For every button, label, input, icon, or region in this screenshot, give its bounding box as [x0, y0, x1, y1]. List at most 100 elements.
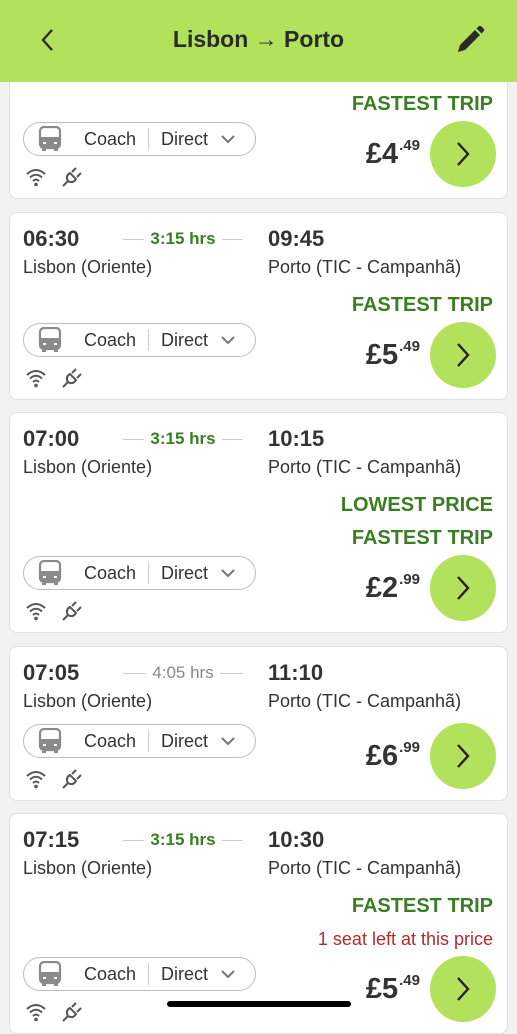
chevron-down-icon — [221, 737, 235, 746]
price-cents: .49 — [399, 972, 420, 989]
divider — [148, 730, 150, 752]
arrival-time: 09:45 — [268, 226, 325, 251]
arrival-station: Porto (TIC - Campanhã) — [268, 257, 462, 277]
stations-row: Lisbon (Oriente) Porto (TIC - Campanhã) — [23, 453, 494, 481]
stations-row: Lisbon (Oriente) Porto (TIC - Campanhã) — [23, 854, 494, 882]
mode-label: Coach — [84, 730, 137, 751]
price-cents: .49 — [399, 137, 420, 154]
pencil-icon[interactable] — [454, 24, 486, 56]
divider — [148, 562, 150, 584]
departure-time: 07:05 — [23, 660, 80, 685]
chevron-down-icon — [221, 135, 235, 144]
duration-text: 3:15 hrs — [144, 830, 222, 849]
times-row: 07:15 3:15 hrs 10:30 — [23, 826, 494, 854]
chevron-down-icon — [221, 336, 235, 345]
price-main: £2 — [365, 572, 399, 604]
arrival-station: Porto (TIC - Campanhã) — [268, 457, 462, 477]
mode-label: Coach — [84, 963, 137, 984]
arrival-station: Porto (TIC - Campanhã) — [268, 691, 462, 711]
divider — [148, 963, 150, 985]
page-title: Lisbon → Porto — [172, 26, 345, 52]
bus-icon — [38, 327, 62, 352]
amenities — [25, 768, 83, 790]
plug-icon — [62, 167, 82, 187]
trip-card[interactable]: FASTEST TRIP Coach Direct £4.49 — [9, 71, 508, 199]
stations-row: Lisbon (Oriente) Porto (TIC - Campanhã) — [23, 687, 494, 715]
route-label: Direct — [161, 128, 209, 149]
wifi-icon — [26, 603, 46, 621]
plug-icon — [62, 368, 82, 388]
chevron-down-icon — [221, 569, 235, 578]
mode-label: Coach — [84, 128, 137, 149]
trip-footer: Coach Direct £2.99 — [23, 555, 496, 632]
trip-footer: Coach Direct £6.99 — [23, 723, 496, 800]
trip-details-toggle[interactable]: Coach Direct — [23, 957, 256, 991]
bus-icon — [38, 126, 62, 151]
select-trip-button[interactable] — [430, 555, 496, 621]
trip-details-toggle[interactable]: Coach Direct — [23, 323, 256, 357]
divider — [148, 128, 150, 150]
wifi-icon — [26, 169, 46, 187]
amenities — [25, 1001, 83, 1023]
price-main: £6 — [365, 740, 399, 772]
select-trip-button[interactable] — [430, 723, 496, 789]
select-trip-button[interactable] — [430, 956, 496, 1022]
select-trip-button[interactable] — [430, 322, 496, 388]
trip-badge: FASTEST TRIP — [351, 895, 493, 917]
price-cents: .99 — [399, 739, 420, 756]
bus-icon — [38, 961, 62, 986]
mode-label: Coach — [84, 562, 137, 583]
divider — [148, 329, 150, 351]
bus-icon — [38, 728, 62, 753]
trip-details-toggle[interactable]: Coach Direct — [23, 122, 256, 156]
wifi-icon — [26, 370, 46, 388]
departure-station: Lisbon (Oriente) — [23, 691, 153, 711]
route-label: Direct — [161, 329, 209, 350]
route-label: Direct — [161, 562, 209, 583]
duration: 3:15 hrs — [123, 826, 243, 854]
chevron-right-icon — [457, 142, 470, 166]
times-row: 07:00 3:15 hrs 10:15 — [23, 425, 494, 453]
trip-badge: LOWEST PRICE — [340, 494, 493, 516]
trip-badge: FASTEST TRIP — [351, 527, 493, 549]
route-label: Direct — [161, 963, 209, 984]
trip-card[interactable]: 07:05 4:05 hrs 11:10 Lisbon (Oriente) Po… — [9, 646, 508, 801]
plug-icon — [62, 601, 82, 621]
amenities — [25, 600, 83, 622]
price-cents: .99 — [399, 571, 420, 588]
duration: 4:05 hrs — [123, 659, 243, 687]
trip-card[interactable]: 07:00 3:15 hrs 10:15 Lisbon (Oriente) Po… — [9, 412, 508, 633]
duration-text: 3:15 hrs — [144, 229, 222, 248]
price-main: £5 — [365, 973, 399, 1005]
price: £2.99 — [366, 571, 420, 605]
trip-badge: FASTEST TRIP — [351, 294, 493, 316]
chevron-down-icon — [221, 970, 235, 979]
trip-card[interactable]: 06:30 3:15 hrs 09:45 Lisbon (Oriente) Po… — [9, 212, 508, 400]
duration: 3:15 hrs — [123, 425, 243, 453]
trip-details-toggle[interactable]: Coach Direct — [23, 556, 256, 590]
price: £4.49 — [366, 137, 420, 171]
arrival-time: 11:10 — [268, 660, 324, 685]
trip-badge: FASTEST TRIP — [351, 93, 493, 115]
trip-details-toggle[interactable]: Coach Direct — [23, 724, 256, 758]
seat-warning: 1 seat left at this price — [317, 929, 493, 949]
chevron-right-icon — [457, 744, 470, 768]
duration-text: 4:05 hrs — [146, 663, 220, 682]
departure-time: 07:15 — [23, 827, 80, 852]
price-main: £4 — [365, 138, 399, 170]
duration-text: 3:15 hrs — [144, 429, 222, 448]
plug-icon — [62, 769, 82, 789]
route-label: Direct — [161, 730, 209, 751]
wifi-icon — [26, 771, 46, 789]
amenities — [25, 166, 83, 188]
duration: 3:15 hrs — [123, 225, 243, 253]
arrival-station: Porto (TIC - Campanhã) — [268, 858, 462, 878]
select-trip-button[interactable] — [430, 121, 496, 187]
chevron-right-icon — [457, 576, 470, 600]
price: £6.99 — [366, 739, 420, 773]
price-cents: .49 — [399, 338, 420, 355]
price: £5.49 — [366, 972, 420, 1006]
price: £5.49 — [366, 338, 420, 372]
home-indicator[interactable] — [167, 1001, 351, 1007]
top-bar: Lisbon → Porto — [0, 0, 517, 82]
